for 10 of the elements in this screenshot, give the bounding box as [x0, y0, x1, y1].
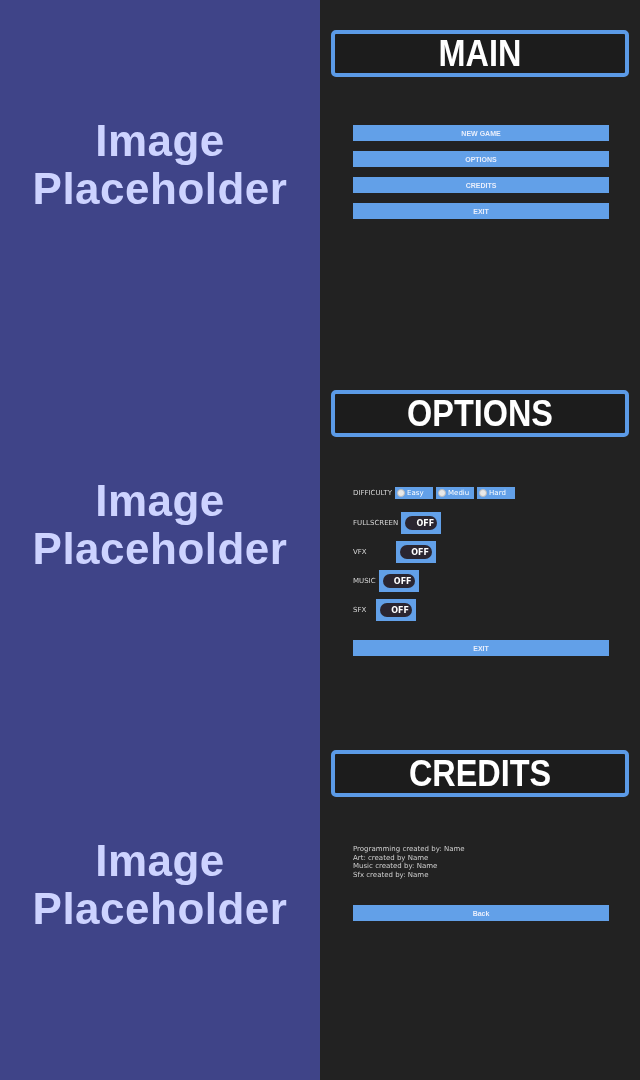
title-banner: CREDITS — [331, 750, 629, 797]
toggle-switch[interactable]: OFF — [376, 599, 416, 621]
toggle-switch[interactable]: OFF — [396, 541, 436, 563]
placeholder-text: Image Placeholder — [32, 837, 288, 933]
toggle-switch[interactable]: OFF — [378, 570, 419, 592]
placeholder-text: Image Placeholder — [32, 117, 288, 213]
title-banner: OPTIONS — [331, 390, 629, 437]
placeholder-text: Image Placeholder — [32, 477, 288, 573]
toggle-switch[interactable]: OFF — [401, 512, 442, 534]
title-banner: MAIN — [331, 30, 629, 77]
